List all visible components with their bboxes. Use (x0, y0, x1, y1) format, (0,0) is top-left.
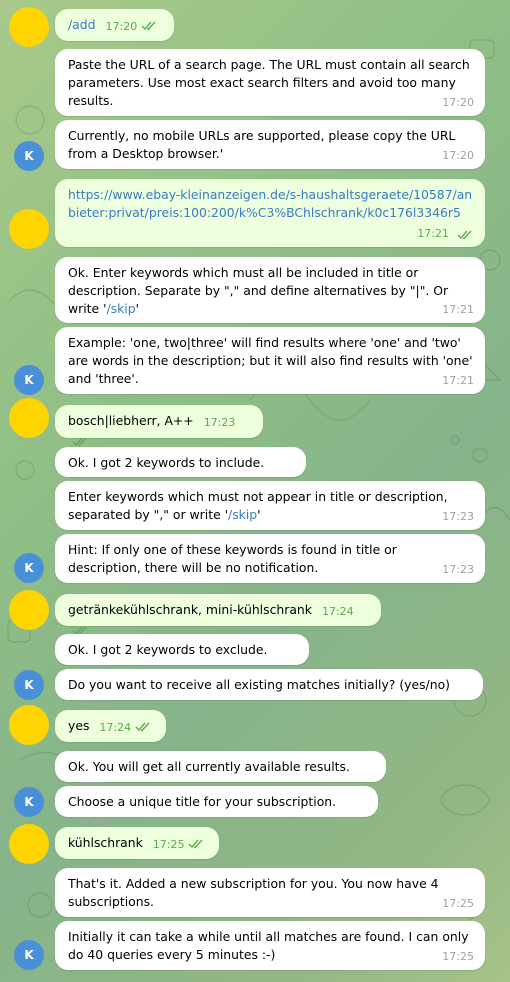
bot-message: Ok. I got 2 keywords to exclude.17:24 (55, 634, 309, 676)
bot-avatar[interactable]: K (14, 670, 44, 700)
message-time: 17:20 (105, 20, 138, 33)
message-time: 17:21 (417, 227, 449, 240)
message-text: getränkekühlschrank, mini-kühlschrank (68, 602, 312, 617)
message-text: Hint: If only one of these keywords is f… (68, 542, 401, 575)
read-receipt-icon (141, 21, 156, 31)
bot-avatar[interactable]: K (14, 787, 44, 817)
bot-message: Do you want to receive all existing matc… (55, 669, 483, 711)
user-avatar[interactable] (9, 824, 49, 864)
message-time: 17:25 (442, 897, 474, 910)
bot-avatar[interactable]: K (14, 940, 44, 970)
read-receipt-icon (457, 230, 472, 240)
bot-avatar[interactable]: K (14, 365, 44, 395)
user-message: getränkekühlschrank, mini-kühlschrank 17:… (55, 594, 381, 636)
read-receipt-icon (188, 839, 203, 849)
message-time: 17:20 (442, 149, 474, 162)
message-text: Choose a unique title for your subscript… (68, 794, 337, 809)
message-text: That's it. Added a new subscription for … (68, 876, 443, 909)
search-url-link[interactable]: https://www.ebay-kleinanzeigen.de/s-haus… (68, 187, 472, 220)
message-text-end: ' (257, 507, 261, 522)
user-avatar[interactable] (9, 705, 49, 745)
bot-avatar[interactable]: K (14, 553, 44, 583)
message-time: 17:25 (152, 838, 185, 851)
message-text: Ok. I got 2 keywords to include. (68, 455, 265, 470)
skip-command-link[interactable]: /skip (107, 301, 136, 316)
bot-message: Ok. You will get all currently available… (55, 751, 386, 793)
user-message: /add 17:20 (55, 9, 174, 41)
message-time: 17:23 (442, 510, 474, 523)
message-time: 17:21 (442, 374, 474, 387)
user-message: bosch|liebherr, A++ 17:23 (55, 405, 263, 447)
user-message: yes 17:24 (55, 710, 166, 742)
bot-message: Enter keywords which must not appear in … (55, 481, 485, 530)
read-receipt-icon (135, 722, 150, 732)
message-text: Initially it can take a while until all … (68, 929, 473, 962)
message-text: yes (68, 718, 90, 733)
message-time: 17:20 (442, 96, 474, 109)
message-text-end: ' (135, 301, 140, 316)
user-avatar[interactable] (9, 7, 49, 47)
command-link[interactable]: /add (68, 17, 96, 32)
message-time: 17:24 (321, 605, 354, 618)
bot-message: Currently, no mobile URLs are supported,… (55, 120, 485, 169)
user-avatar[interactable] (9, 398, 49, 438)
chat-history: /add 17:20 Paste the URL of a search page… (0, 0, 510, 982)
user-avatar[interactable] (9, 590, 49, 630)
bot-message: Initially it can take a while until all … (55, 921, 485, 970)
message-text: Currently, no mobile URLs are supported,… (68, 128, 460, 161)
message-time: 17:23 (203, 416, 236, 429)
message-time: 17:25 (442, 950, 474, 963)
message-time: 17:24 (99, 721, 132, 734)
message-text: Ok. You will get all currently available… (68, 759, 350, 774)
message-text: kühlschrank (68, 835, 143, 850)
user-avatar[interactable] (9, 209, 49, 249)
message-text: Example: 'one, two|three' will find resu… (68, 335, 477, 386)
bot-message: Example: 'one, two|three' will find resu… (55, 327, 485, 394)
message-time: 17:23 (442, 563, 474, 576)
bot-message: Paste the URL of a search page. The URL … (55, 49, 485, 116)
bot-message: Ok. I got 2 keywords to include.17:23 (55, 447, 306, 489)
bot-avatar[interactable]: K (14, 141, 44, 171)
message-text: Ok. I got 2 keywords to exclude. (68, 642, 268, 657)
skip-command-link[interactable]: /skip (228, 507, 257, 522)
user-message: kühlschrank 17:25 (55, 827, 219, 859)
read-receipt-icon (72, 437, 87, 447)
message-time: 17:21 (442, 303, 474, 316)
bot-message: That's it. Added a new subscription for … (55, 868, 485, 917)
bot-message: Choose a unique title for your subscript… (55, 786, 378, 828)
bot-message: Hint: If only one of these keywords is f… (55, 534, 485, 583)
bot-message: Ok. Enter keywords which must all be inc… (55, 257, 485, 323)
user-message: https://www.ebay-kleinanzeigen.de/s-haus… (55, 179, 485, 247)
message-text: bosch|liebherr, A++ (68, 413, 194, 428)
message-text: Do you want to receive all existing matc… (68, 677, 451, 692)
message-text: Paste the URL of a search page. The URL … (68, 57, 474, 108)
